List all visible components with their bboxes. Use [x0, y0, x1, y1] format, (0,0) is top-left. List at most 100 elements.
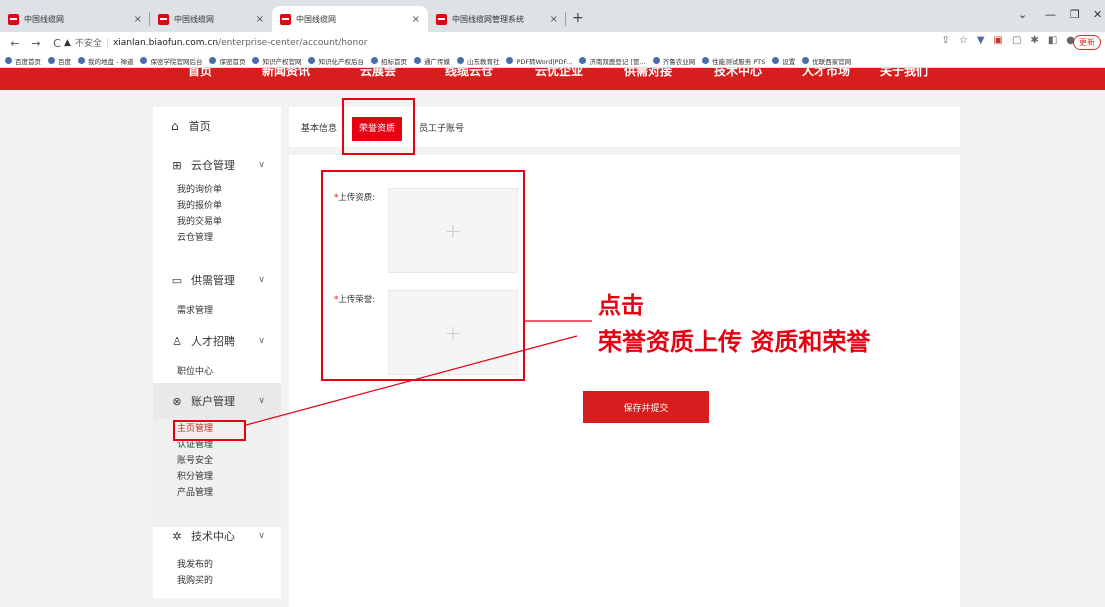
site-favicon-icon [436, 13, 447, 25]
url-host: xianlan.biaofun.com.cn [112, 37, 219, 48]
address-bar-row: ← → C ▲ 不安全 | xianlan.biaofun.com.cn/ent… [0, 32, 1105, 54]
chevron-down-icon: ∨ [258, 396, 265, 406]
bookmark-icon [413, 57, 421, 64]
extension-icon[interactable]: ▣ [994, 35, 1003, 46]
minimize-icon[interactable]: — [1045, 8, 1056, 21]
bookmark-item[interactable]: 性能测试服务 PTS [702, 56, 765, 66]
close-icon[interactable]: × [134, 14, 142, 25]
bookmark-item[interactable]: 百度 [48, 56, 71, 66]
back-icon[interactable]: ← [9, 37, 21, 50]
sidebar-group-header[interactable]: ♙ 人才招聘 ∨ [153, 326, 281, 356]
sidebar-item-security[interactable]: 账号安全 [153, 453, 281, 469]
sidebar-group-header[interactable]: ⊞ 云仓管理 ∨ [153, 150, 281, 180]
tab-title: 中国线缆网 [174, 14, 214, 24]
toolbar-icons: ⇪ ☆ ▼ ▣ ▢ ✱ ◧ ● [941, 35, 1075, 46]
bookmark-item[interactable]: 我的地盘 - 禅道 [78, 56, 133, 66]
submit-button[interactable]: 保存并提交 [583, 391, 709, 423]
tab-basic-info[interactable]: 基本信息 [301, 121, 337, 134]
bookmark-item[interactable]: 保密学院官网后台 [140, 56, 202, 66]
close-icon[interactable]: × [550, 14, 558, 25]
sidebar-item-purchased[interactable]: 我购买的 [153, 573, 281, 589]
new-tab-icon[interactable]: + [572, 10, 584, 26]
sidebar-group-header[interactable]: ⊗ 账户管理 ∨ [153, 383, 281, 419]
gear-icon: ✲ [172, 529, 182, 543]
extension-icon[interactable]: ▢ [1012, 35, 1021, 46]
chevron-down-icon: ∨ [258, 275, 265, 285]
bookmarks-bar: 百度首页 百度 我的地盘 - 禅道 保密学院官网后台 保密首页 知识产权官网 知… [0, 54, 1105, 68]
nav-item-news[interactable]: 新闻资讯 [262, 68, 310, 79]
nav-item-tech[interactable]: 技术中心 [714, 68, 762, 79]
sidebar-item-home[interactable]: ⌂ 首页 [153, 107, 281, 145]
sidebar-group-account: ⊗ 账户管理 ∨ 主页管理 认证管理 账号安全 积分管理 产品管理 [153, 383, 281, 527]
chevron-down-icon: ∨ [258, 531, 265, 541]
nav-item-companies[interactable]: 云优企业 [535, 68, 583, 79]
close-icon[interactable]: × [256, 14, 264, 25]
annotation-instruction: 荣誉资质上传 资质和荣誉 [598, 328, 871, 356]
nav-item-supply[interactable]: 供需对接 [624, 68, 672, 79]
close-icon[interactable]: × [412, 14, 420, 25]
puzzle-icon[interactable]: ✱ [1030, 35, 1038, 46]
tab-title: 中国线缆网管理系统 [452, 14, 524, 24]
highlight-tab [342, 98, 415, 155]
bookmark-item[interactable]: 百度首页 [5, 56, 41, 66]
bookmark-item[interactable]: 知识化产权后台 [308, 56, 364, 66]
nav-item-about[interactable]: 关于我们 [880, 68, 928, 79]
sidebar-group-header[interactable]: ✲ 技术中心 ∨ [153, 521, 281, 551]
sidepanel-icon[interactable]: ◧ [1048, 35, 1057, 46]
bookmark-icon [370, 57, 378, 64]
tab-search-icon[interactable]: ⌄ [1018, 8, 1027, 21]
nav-item-expo[interactable]: 云展会 [360, 68, 396, 79]
sidebar-group-talent: ♙ 人才招聘 ∨ 职位中心 [153, 326, 281, 380]
extension-icon[interactable]: ▼ [977, 35, 985, 46]
browser-tab[interactable]: 中国线缆网 × [150, 6, 272, 32]
annotation-click: 点击 [598, 293, 644, 319]
tab-title: 中国线缆网 [296, 14, 336, 24]
site-nav: 首页 新闻资讯 云展会 线缆云仓 云优企业 供需对接 技术中心 人才市场 关于我… [0, 68, 1105, 90]
bookmark-item[interactable]: PDF转Word|PDF... [506, 56, 572, 66]
browser-tab[interactable]: 中国线缆网 × [0, 6, 150, 32]
sidebar-item-jobs[interactable]: 职位中心 [153, 364, 281, 380]
share-icon[interactable]: ⇪ [941, 35, 949, 46]
grid-icon: ⊞ [172, 158, 182, 172]
bookmark-icon [308, 57, 316, 64]
bookmark-item[interactable]: 通广传媒 [413, 56, 450, 66]
url-field[interactable]: ▲ 不安全 | xianlan.biaofun.com.cn/enterpris… [64, 36, 367, 50]
bookmark-item[interactable]: 济南双鹿登记 [管... [579, 56, 646, 66]
sidebar-item-inquiries[interactable]: 我的询价单 [153, 182, 281, 198]
sidebar-item-products[interactable]: 产品管理 [153, 485, 281, 501]
sidebar-group-header[interactable]: ▭ 供需管理 ∨ [153, 265, 281, 295]
chevron-down-icon: ∨ [258, 160, 265, 170]
maximize-icon[interactable]: ❐ [1070, 8, 1080, 21]
sidebar-item-warehouse[interactable]: 云仓管理 [153, 230, 281, 246]
nav-item-home[interactable]: 首页 [188, 68, 212, 79]
browser-tab[interactable]: 中国线缆网管理系统 × [428, 6, 566, 32]
highlight-sidebar-item [173, 420, 246, 441]
tab-sub-accounts[interactable]: 员工子账号 [419, 121, 464, 134]
bookmark-item[interactable]: 齐鲁农业网 [652, 56, 695, 66]
bookmark-item[interactable]: 优联西家官网 [802, 56, 851, 66]
sidebar-item-points[interactable]: 积分管理 [153, 469, 281, 485]
sidebar-item-demand[interactable]: 需求管理 [153, 303, 281, 319]
bookmark-item[interactable]: 保密首页 [209, 56, 245, 66]
bookmark-icon [209, 57, 217, 64]
bookmark-item[interactable]: 设置 [772, 56, 795, 66]
nav-item-warehouse[interactable]: 线缆云仓 [445, 68, 493, 79]
star-icon[interactable]: ☆ [959, 35, 968, 46]
nav-item-talent[interactable]: 人才市场 [802, 68, 850, 79]
sidebar-item-trades[interactable]: 我的交易单 [153, 214, 281, 230]
bookmark-icon [78, 57, 85, 64]
bookmark-item[interactable]: 招标首页 [370, 56, 407, 66]
reload-icon[interactable]: C [51, 37, 63, 50]
bookmark-icon [140, 57, 148, 64]
update-button[interactable]: 更新 [1073, 35, 1101, 50]
forward-icon[interactable]: → [30, 37, 42, 50]
browser-tab-active[interactable]: 中国线缆网 × [272, 6, 428, 32]
home-icon: ⌂ [171, 119, 179, 133]
sidebar-item-quotes[interactable]: 我的报价单 [153, 198, 281, 214]
bookmark-icon [506, 57, 514, 64]
window-close-icon[interactable]: ✕ [1093, 8, 1102, 21]
bookmark-item[interactable]: 知识产权官网 [252, 56, 301, 66]
bookmark-item[interactable]: 山东教育社 [456, 56, 499, 66]
sidebar-item-published[interactable]: 我发布的 [153, 557, 281, 573]
bookmark-icon [252, 57, 260, 64]
